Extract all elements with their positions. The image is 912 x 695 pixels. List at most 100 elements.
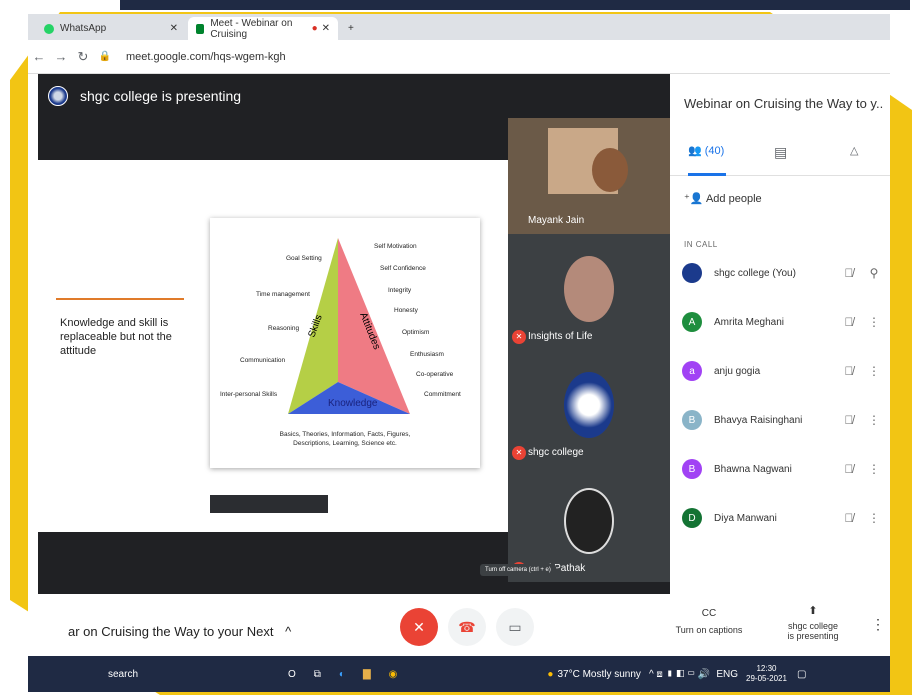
hang-up-icon: ☎ — [458, 618, 476, 635]
url-field[interactable]: meet.google.com/hqs-wgem-kgh — [126, 51, 286, 63]
presentation-slide: Knowledge and skill is replaceable but n… — [38, 160, 508, 532]
file-explorer-icon[interactable]: ▇ — [363, 669, 371, 680]
top-taskbar-strip — [120, 0, 910, 10]
screen-share-bar[interactable] — [210, 495, 328, 513]
mic-off-icon[interactable]: 🎙̸ — [834, 413, 864, 427]
notification-icon[interactable]: ▢ — [797, 669, 806, 680]
participant-row[interactable]: shgc college (You) 🎙̸ ⚲ — [682, 258, 890, 288]
leave-call-button[interactable]: ☎ — [448, 608, 486, 646]
tab-people[interactable]: 👥 (40) — [688, 144, 724, 157]
mic-off-icon[interactable]: 🎙̸ — [834, 462, 864, 476]
chevron-up-icon: ^ — [285, 624, 292, 639]
avatar: A — [682, 312, 702, 332]
clock[interactable]: 12:30 29-05-2021 — [746, 664, 787, 684]
taskbar-search[interactable]: search — [108, 669, 228, 680]
avatar — [682, 263, 702, 283]
diagram-footer: Basics, Theories, Information, Facts, Fi… — [279, 431, 411, 447]
tile-name: Mayank Jain — [528, 215, 585, 226]
participant-row[interactable]: a anju gogia 🎙̸ ⋮ — [682, 356, 890, 386]
forward-icon[interactable]: → — [50, 49, 72, 64]
presenting-button[interactable]: ⬆ shgc college is presenting — [778, 604, 848, 641]
task-view-icon[interactable]: ⧉ — [314, 669, 321, 680]
mic-off-icon[interactable]: 🎙̸ — [834, 511, 864, 525]
add-people-label: Add people — [705, 193, 762, 205]
participant-row[interactable]: D Diya Manwani 🎙̸ ⋮ — [682, 503, 890, 533]
participant-row[interactable]: B Bhawna Nagwani 🎙̸ ⋮ — [682, 454, 890, 484]
tray-icons[interactable]: ^ ⧈ ▮ ◧ ▭ 🔊 — [649, 669, 710, 680]
in-call-heading: IN CALL — [684, 240, 718, 249]
pin-icon[interactable]: ⚲ — [864, 266, 884, 280]
more-options-icon[interactable]: ⋮ — [868, 616, 888, 633]
meet-icon — [196, 23, 205, 34]
participant-name: anju gogia — [714, 365, 761, 377]
avatar: a — [682, 361, 702, 381]
close-icon[interactable]: ✕ — [170, 23, 178, 34]
language[interactable]: ENG — [716, 669, 738, 680]
knowledge-label: Knowledge — [328, 398, 378, 409]
activities-icon[interactable]: △ — [850, 144, 858, 157]
slide-divider — [56, 298, 184, 300]
tab-strip: WhatsApp ✕ Meet - Webinar on Cruising ● … — [28, 14, 890, 40]
right-label: Honesty — [394, 307, 419, 314]
more-options-icon[interactable]: ⋮ — [864, 364, 884, 378]
right-label: Optimism — [402, 329, 429, 336]
weather-icon: ● — [547, 668, 554, 680]
participant-name: Bhavya Raisinghani — [714, 414, 803, 426]
right-label: Co-operative — [416, 371, 454, 378]
participant-photo — [592, 148, 628, 192]
reload-icon[interactable]: ↻ — [72, 49, 94, 65]
back-icon[interactable]: ← — [28, 49, 50, 64]
participant-name: Bhawna Nagwani — [714, 463, 792, 475]
mic-off-icon: ✕ — [413, 618, 425, 635]
meeting-name[interactable]: ar on Cruising the Way to your Next ^ — [68, 624, 291, 639]
avatar: B — [682, 459, 702, 479]
more-options-icon[interactable]: ⋮ — [864, 413, 884, 427]
clock-time: 12:30 — [756, 664, 777, 673]
mic-off-icon: ✕ — [512, 446, 526, 460]
participant-name: shgc college (You) — [714, 267, 796, 279]
mic-off-icon[interactable]: 🎙̸ — [834, 266, 864, 280]
left-label: Communication — [240, 357, 286, 364]
add-people-button[interactable]: ⁺👤 Add people — [684, 192, 762, 205]
tile-shgc[interactable]: ✕ shgc college — [508, 350, 670, 466]
left-label: Time management — [256, 291, 310, 298]
clock-date: 29-05-2021 — [746, 674, 787, 683]
tab-label: WhatsApp — [60, 23, 107, 34]
mic-off-icon[interactable]: 🎙̸ — [834, 315, 864, 329]
mic-toggle-button[interactable]: ✕ — [400, 608, 438, 646]
whatsapp-icon — [44, 23, 54, 34]
chrome-icon[interactable]: ◉ — [389, 669, 398, 680]
captions-label: Turn on captions — [675, 625, 743, 635]
left-label: Reasoning — [268, 325, 299, 332]
recording-icon: ● — [311, 23, 318, 34]
participant-photo — [564, 488, 614, 554]
camera-toggle-button[interactable]: ▭ — [496, 608, 534, 646]
mic-off-icon[interactable]: 🎙̸ — [834, 364, 864, 378]
presenting-label-1: shgc college — [787, 621, 839, 631]
tile-insights[interactable]: ✕ Insights of Life — [508, 234, 670, 350]
right-label: Integrity — [388, 287, 412, 294]
meeting-title: Webinar on Cruising the Way to y... — [684, 96, 884, 111]
more-options-icon[interactable]: ⋮ — [864, 462, 884, 476]
presenting-title: shgc college is presenting — [80, 88, 242, 104]
more-options-icon[interactable]: ⋮ — [864, 511, 884, 525]
mic-off-icon: ✕ — [512, 330, 526, 344]
left-label: Goal Setting — [286, 255, 322, 262]
presenting-label-2: is presenting — [787, 631, 839, 641]
present-icon: ⬆ — [808, 605, 818, 617]
chat-icon[interactable]: ▤ — [774, 144, 787, 161]
participant-row[interactable]: B Bhavya Raisinghani 🎙̸ ⋮ — [682, 405, 890, 435]
edge-icon[interactable]: ◐ — [339, 669, 345, 680]
captions-button[interactable]: CC Turn on captions — [674, 608, 744, 635]
tile-mayank[interactable]: Mayank Jain — [508, 118, 670, 234]
weather-text[interactable]: 37°C Mostly sunny — [557, 669, 640, 680]
more-options-icon[interactable]: ⋮ — [864, 315, 884, 329]
cortana-icon[interactable]: O — [288, 669, 296, 680]
close-icon[interactable]: ✕ — [322, 23, 330, 34]
participant-row[interactable]: A Amrita Meghani 🎙̸ ⋮ — [682, 307, 890, 337]
meeting-name-label: ar on Cruising the Way to your Next — [68, 624, 274, 639]
tab-meet[interactable]: Meet - Webinar on Cruising ● ✕ — [188, 17, 338, 40]
new-tab-button[interactable]: + — [340, 17, 364, 40]
tab-whatsapp[interactable]: WhatsApp ✕ — [36, 17, 186, 40]
participant-name: Diya Manwani — [714, 512, 777, 524]
